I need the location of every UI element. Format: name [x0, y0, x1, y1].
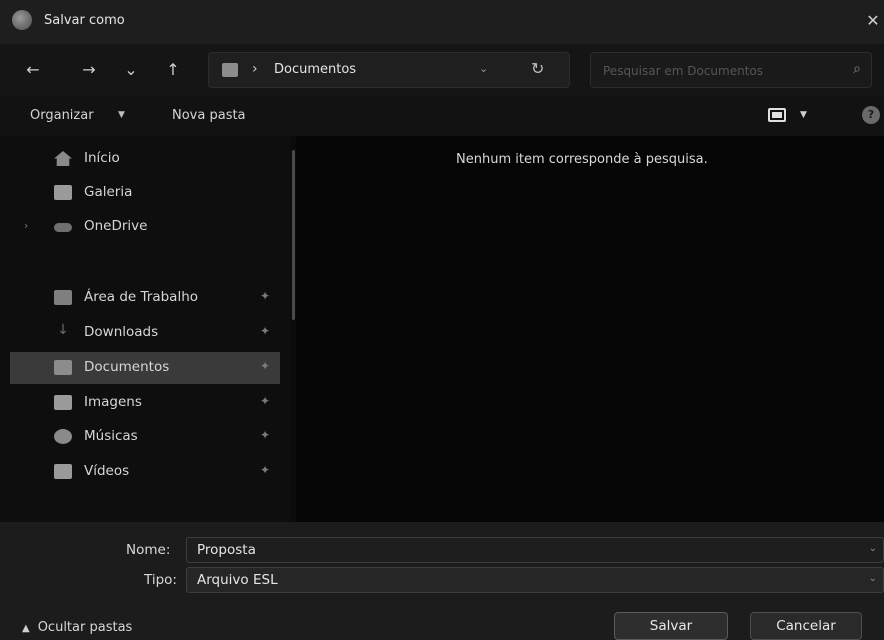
- navigation-bar: ← → ⌄ ↑ › Documentos ⌄ ↻ ⌕: [0, 44, 884, 96]
- search-icon: ⌕: [853, 61, 861, 77]
- sidebar-item-label: Galeria: [84, 184, 133, 200]
- app-icon: [12, 10, 32, 30]
- search-input[interactable]: [603, 62, 823, 80]
- forward-button[interactable]: →: [76, 57, 102, 83]
- chevron-down-icon: ▼: [118, 110, 125, 120]
- save-button[interactable]: Salvar: [614, 612, 728, 640]
- download-icon: ↓: [57, 322, 69, 338]
- sidebar-item-videos[interactable]: Vídeos ✦: [10, 456, 280, 488]
- hide-folders-label: Ocultar pastas: [37, 620, 133, 635]
- pin-icon[interactable]: ✦: [260, 463, 270, 477]
- sidebar-item-label: OneDrive: [84, 218, 148, 234]
- sidebar-item-label: Documentos: [84, 359, 170, 375]
- sidebar-item-area-de-trabalho[interactable]: Área de Trabalho ✦: [10, 282, 280, 314]
- gallery-icon: [54, 185, 72, 200]
- hide-folders-button[interactable]: ▲ Ocultar pastas: [22, 620, 132, 635]
- back-button[interactable]: ←: [20, 57, 46, 83]
- save-form: Nome: ⌄ Tipo: Arquivo ESL ⌄ ▲ Ocultar pas…: [0, 522, 884, 640]
- pin-icon[interactable]: ✦: [260, 428, 270, 442]
- file-name-input[interactable]: [197, 542, 857, 558]
- chevron-right-icon[interactable]: ›: [24, 219, 28, 232]
- sidebar-item-inicio[interactable]: Início: [10, 143, 280, 175]
- chevron-down-icon[interactable]: ⌄: [869, 543, 877, 554]
- desktop-icon: [54, 290, 72, 305]
- sidebar-item-label: Início: [84, 150, 120, 166]
- sidebar-item-downloads[interactable]: ↓ Downloads ✦: [10, 317, 280, 349]
- file-type-label: Tipo:: [144, 572, 177, 588]
- sidebar-item-galeria[interactable]: Galeria: [10, 177, 280, 209]
- window-title: Salvar como: [44, 13, 125, 28]
- sidebar-item-imagens[interactable]: Imagens ✦: [10, 387, 280, 419]
- sidebar-item-musicas[interactable]: Músicas ✦: [10, 421, 280, 453]
- pin-icon[interactable]: ✦: [260, 359, 270, 373]
- close-icon: ✕: [866, 11, 880, 30]
- recent-locations-button[interactable]: ⌄: [118, 57, 144, 83]
- arrow-right-icon: →: [82, 60, 96, 79]
- sidebar-item-label: Área de Trabalho: [84, 289, 199, 305]
- help-icon[interactable]: ?: [862, 106, 880, 124]
- file-type-select[interactable]: Arquivo ESL ⌄: [186, 567, 884, 593]
- pin-icon[interactable]: ✦: [260, 394, 270, 408]
- navigation-pane: Início Galeria › OneDrive Área de Trabal…: [0, 136, 290, 522]
- cancel-button[interactable]: Cancelar: [750, 612, 862, 640]
- sidebar-item-onedrive[interactable]: › OneDrive: [10, 211, 280, 243]
- address-dropdown-icon[interactable]: ⌄: [479, 62, 488, 75]
- file-name-field[interactable]: ⌄: [186, 537, 884, 563]
- file-list[interactable]: Nenhum item corresponde à pesquisa.: [296, 136, 884, 522]
- command-bar: Organizar ▼ Nova pasta ▼ ?: [0, 96, 884, 136]
- chevron-down-icon[interactable]: ▼: [800, 110, 807, 120]
- close-button[interactable]: ✕: [862, 8, 884, 34]
- pin-icon[interactable]: ✦: [260, 324, 270, 338]
- videos-icon: [54, 464, 72, 479]
- music-icon: [54, 429, 72, 444]
- title-bar: Salvar como ✕: [0, 0, 884, 44]
- folder-icon: [222, 63, 238, 77]
- breadcrumb-documentos[interactable]: Documentos: [274, 62, 356, 77]
- sidebar-item-label: Vídeos: [84, 463, 130, 479]
- arrow-left-icon: ←: [26, 60, 40, 79]
- refresh-icon[interactable]: ↻: [531, 59, 544, 78]
- chevron-up-icon: ▲: [22, 623, 30, 634]
- organize-button[interactable]: Organizar: [30, 108, 94, 123]
- sidebar-item-label: Imagens: [84, 394, 142, 410]
- breadcrumb-separator-icon: ›: [252, 61, 258, 77]
- home-icon: [54, 151, 72, 166]
- sidebar-scrollbar[interactable]: [292, 150, 295, 320]
- pictures-icon: [54, 395, 72, 410]
- sidebar-item-label: Músicas: [84, 428, 138, 444]
- chevron-down-icon: ⌄: [868, 573, 877, 584]
- pin-icon[interactable]: ✦: [260, 289, 270, 303]
- arrow-up-icon: ↑: [166, 60, 180, 79]
- view-options-icon[interactable]: [768, 108, 786, 122]
- address-bar[interactable]: › Documentos ⌄ ↻: [208, 52, 570, 88]
- search-box[interactable]: ⌕: [590, 52, 872, 88]
- up-button[interactable]: ↑: [160, 57, 186, 83]
- documents-icon: [54, 360, 72, 375]
- file-name-label: Nome:: [126, 542, 171, 558]
- chevron-down-icon: ⌄: [124, 60, 138, 79]
- sidebar-item-documentos[interactable]: Documentos ✦: [10, 352, 280, 384]
- empty-state-message: Nenhum item corresponde à pesquisa.: [456, 152, 708, 167]
- file-type-value: Arquivo ESL: [197, 572, 278, 588]
- new-folder-button[interactable]: Nova pasta: [172, 108, 246, 123]
- sidebar-item-label: Downloads: [84, 324, 159, 340]
- cloud-icon: [54, 223, 72, 232]
